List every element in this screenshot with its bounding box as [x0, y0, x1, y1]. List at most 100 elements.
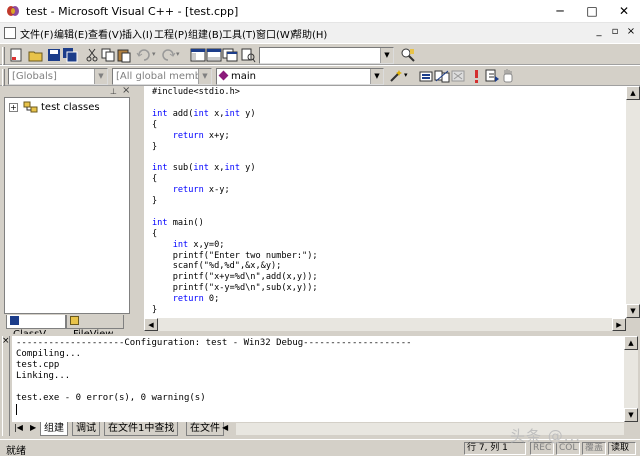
chevron-down-icon[interactable]: ▼	[94, 69, 107, 84]
panel-close-icon[interactable]: ×	[122, 85, 130, 96]
code-line: {	[152, 174, 158, 185]
menu-file[interactable]: 文件(F)	[20, 26, 54, 41]
maximize-button[interactable]: □	[576, 0, 608, 23]
panel-pin-icon[interactable]: ⊥	[110, 87, 117, 96]
scroll-left-icon[interactable]: ◀	[144, 318, 158, 331]
mdi-close-button[interactable]: ×	[624, 26, 638, 37]
mdi-restore-button[interactable]: ▫	[608, 26, 622, 37]
close-button[interactable]: ✕	[608, 0, 640, 23]
stop-build-icon[interactable]	[450, 68, 466, 84]
undo-dropdown-icon[interactable]: ▾	[152, 50, 156, 58]
editor-frame: #include<stdio.h> int add(int x,int y){ r…	[140, 86, 640, 331]
output-grip[interactable]	[2, 336, 10, 436]
tab-overflow-left-icon[interactable]: ◀	[222, 423, 228, 432]
output-window-icon[interactable]	[206, 47, 222, 63]
minimize-button[interactable]: ─	[544, 0, 576, 23]
code-editor[interactable]: #include<stdio.h> int add(int x,int y){ r…	[144, 86, 626, 318]
toolbar-grip[interactable]	[2, 47, 5, 65]
workspace-window-icon[interactable]	[190, 47, 206, 63]
execute-icon[interactable]	[468, 68, 484, 84]
scroll-up-icon[interactable]: ▲	[626, 86, 640, 100]
text-caret	[16, 404, 17, 415]
tab-build[interactable]: 组建	[40, 422, 68, 436]
status-ready: 就绪	[6, 446, 26, 456]
code-line: printf("x-y=%d\n",sub(x,y));	[152, 283, 318, 294]
menu-window[interactable]: 窗口(W)	[256, 26, 294, 41]
cut-icon[interactable]	[84, 47, 100, 63]
menu-insert[interactable]: 插入(I)	[122, 26, 153, 41]
window-list-icon[interactable]	[222, 47, 238, 63]
code-line: }	[152, 305, 158, 315]
output-text[interactable]: --------------------Configuration: test …	[12, 336, 624, 422]
go-debug-icon[interactable]	[484, 68, 500, 84]
output-panel: × --------------------Configuration: tes…	[0, 334, 640, 439]
tab-find-in-files-1[interactable]: 在文件1中查找	[104, 422, 179, 436]
copy-icon[interactable]	[100, 47, 116, 63]
member-combo-value: main	[231, 71, 256, 82]
build-icon[interactable]	[434, 68, 450, 84]
code-line: }	[152, 196, 158, 206]
redo-icon[interactable]	[160, 47, 176, 63]
status-read: 读取	[608, 442, 636, 455]
tree-expander[interactable]: +	[9, 103, 18, 112]
tab-classview[interactable]: ClassV...	[6, 315, 66, 340]
scroll-down-icon[interactable]: ▼	[624, 408, 638, 422]
scroll-up-icon[interactable]: ▲	[624, 336, 638, 350]
code-line: int main()	[152, 217, 204, 228]
redo-dropdown-icon[interactable]: ▾	[176, 50, 180, 58]
save-icon[interactable]	[46, 47, 62, 63]
output-line: test.cpp	[16, 360, 60, 370]
new-file-icon[interactable]	[8, 47, 24, 63]
mdi-minimize-button[interactable]: _	[592, 26, 606, 37]
document-icon[interactable]	[4, 27, 16, 39]
tab-debug[interactable]: 调试	[72, 422, 100, 436]
menu-edit[interactable]: 编辑(E)	[54, 26, 88, 41]
find-combo[interactable]: ▼	[259, 47, 394, 64]
scroll-right-icon[interactable]: ▶	[612, 318, 626, 331]
output-line: Linking...	[16, 371, 71, 381]
tab-scroll-left-icon[interactable]: |◀	[14, 423, 23, 432]
menu-project[interactable]: 工程(P)	[154, 26, 188, 41]
save-all-icon[interactable]	[62, 47, 78, 63]
title-bar: test - Microsoft Visual C++ - [test.cpp]…	[0, 0, 640, 23]
menu-build[interactable]: 组建(B)	[188, 26, 223, 41]
code-line: {	[152, 228, 158, 239]
scroll-down-icon[interactable]: ▼	[626, 304, 640, 318]
open-folder-icon[interactable]	[28, 47, 44, 63]
member-combo[interactable]: main ▼	[216, 68, 384, 85]
output-line: --------------------Configuration: test …	[16, 338, 412, 348]
tree-root-label[interactable]: test classes	[41, 102, 100, 113]
classview-icon	[10, 316, 19, 325]
compile-icon[interactable]	[418, 68, 434, 84]
chevron-down-icon[interactable]: ▼	[198, 69, 211, 84]
visual-cpp-logo-icon	[7, 6, 19, 16]
undo-icon[interactable]	[136, 47, 152, 63]
paste-icon[interactable]	[116, 47, 132, 63]
chevron-down-icon[interactable]: ▼	[370, 69, 383, 84]
filter-combo[interactable]: [All global members ▼	[112, 68, 212, 85]
breakpoint-hand-icon[interactable]	[500, 68, 516, 84]
wizard-dropdown-icon[interactable]: ▾	[404, 71, 408, 79]
class-tree: + test classes	[4, 97, 130, 314]
output-vertical-scrollbar[interactable]: ▲ ▼	[624, 336, 638, 422]
editor-vertical-scrollbar[interactable]: ▲ ▼	[626, 86, 640, 318]
chevron-down-icon[interactable]: ▼	[380, 48, 393, 63]
class-combo[interactable]: [Globals] ▼	[8, 68, 108, 85]
wizard-action-icon[interactable]	[388, 68, 404, 84]
class-combo-value: [Globals]	[12, 71, 57, 82]
output-close-icon[interactable]: ×	[2, 336, 10, 346]
code-line: int x,y=0;	[152, 239, 225, 250]
output-line: test.exe - 0 error(s), 0 warning(s)	[16, 393, 206, 403]
tab-fileview[interactable]: FileView	[66, 315, 124, 340]
menu-tools[interactable]: 工具(T)	[222, 26, 256, 41]
find-in-files-icon[interactable]	[240, 47, 256, 63]
search-icon[interactable]	[400, 47, 416, 63]
menu-view[interactable]: 查看(V)	[88, 26, 123, 41]
wizardbar-grip[interactable]	[2, 69, 5, 87]
menu-help[interactable]: 帮助(H)	[292, 26, 327, 41]
tab-find-in-files-2[interactable]: 在文件	[186, 422, 224, 436]
tab-scroll-right-icon[interactable]: ▶	[30, 423, 36, 432]
workspace-panel: ⊥ × + test classes ClassV... FileView	[0, 85, 140, 340]
output-line: Compiling...	[16, 349, 82, 359]
editor-horizontal-scrollbar[interactable]: ◀ ▶	[144, 318, 626, 331]
